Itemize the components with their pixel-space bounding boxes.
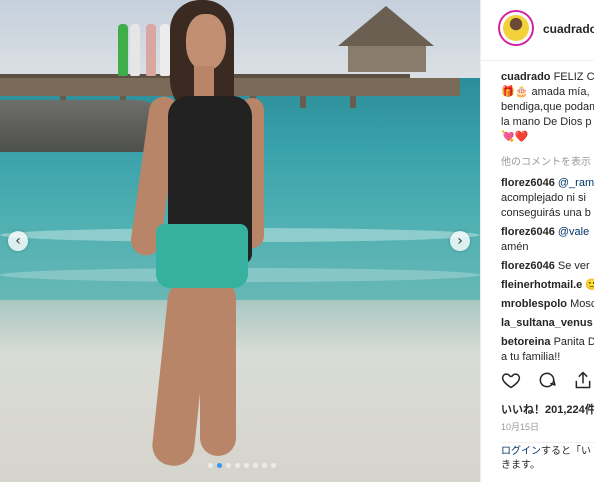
- comment-text: conseguirás una b: [501, 207, 591, 219]
- comment-text: Se ver: [557, 260, 590, 272]
- comment: fleinerhotmail.e 🙂: [501, 278, 594, 293]
- comment: mroblespolo Mosc: [501, 297, 594, 312]
- comment-text: Mosc: [570, 298, 594, 310]
- comment-username[interactable]: mroblespolo: [501, 298, 567, 310]
- comments-list: cuadrado FELIZ C 🎁🎂 amada mía, bendiga,q…: [501, 70, 594, 365]
- post-header: cuadrado: [481, 0, 594, 61]
- carousel-dot: [208, 463, 213, 468]
- post-photo[interactable]: ‹ ›: [0, 0, 480, 482]
- chevron-left-icon: ‹: [15, 233, 21, 249]
- share-icon[interactable]: [573, 370, 593, 390]
- caption-text: bendiga,que podam: [501, 101, 594, 113]
- comment-text: Panita D: [553, 336, 594, 348]
- carousel-dot: [271, 463, 276, 468]
- caption-text: FELIZ C: [553, 71, 594, 83]
- login-text: すると「い: [541, 446, 591, 457]
- woman-neck: [194, 66, 214, 96]
- comment-text: acomplejado ni si: [501, 192, 586, 204]
- carousel-next-button[interactable]: ›: [450, 231, 470, 251]
- caption-text: 🎁🎂 amada mía,: [501, 86, 590, 98]
- carousel-dot: [244, 463, 249, 468]
- comment: betoreina Panita D: [501, 335, 594, 350]
- heart-icon[interactable]: [501, 370, 521, 390]
- carousel-dot: [262, 463, 267, 468]
- carousel-dot: [226, 463, 231, 468]
- comment-mention[interactable]: @_ram: [558, 177, 594, 189]
- comment: florez6046 @vale: [501, 225, 594, 240]
- login-link[interactable]: ログイン: [501, 446, 541, 457]
- comment-text: amén: [501, 241, 529, 253]
- beach: [0, 300, 480, 482]
- likes-count[interactable]: いいね！201,224件: [501, 401, 594, 417]
- post-actions: [501, 370, 593, 390]
- profile-avatar[interactable]: [498, 10, 534, 46]
- carousel-prev-button[interactable]: ‹: [8, 231, 28, 251]
- instagram-post: ‹ › cuadrado cuadrado FELIZ C 🎁🎂 amada m…: [0, 0, 594, 482]
- avatar-image: [503, 15, 529, 41]
- pier-post: [350, 96, 356, 108]
- header-username[interactable]: cuadrado: [543, 22, 594, 36]
- comment: florez6046 @_ram: [501, 176, 594, 191]
- caption-text: 💘❤️: [501, 131, 529, 143]
- comment-text: 🙂: [585, 279, 594, 291]
- person: [160, 24, 170, 76]
- pier-post: [300, 96, 306, 108]
- person: [130, 24, 140, 76]
- comment: la_sultana_venus: [501, 316, 594, 331]
- login-text: きます。: [501, 460, 540, 471]
- comment-username[interactable]: florez6046: [501, 260, 555, 272]
- comment-username[interactable]: fleinerhotmail.e: [501, 279, 582, 291]
- caption-username[interactable]: cuadrado: [501, 71, 551, 83]
- comment-mention[interactable]: @vale: [558, 226, 589, 238]
- chevron-right-icon: ›: [457, 233, 463, 249]
- hut: [348, 46, 426, 72]
- woman-leg: [200, 280, 236, 456]
- comment-username[interactable]: betoreina: [501, 336, 551, 348]
- person: [146, 24, 156, 76]
- carousel-dot: [253, 463, 258, 468]
- post-side-panel: cuadrado cuadrado FELIZ C 🎁🎂 amada mía, …: [480, 0, 594, 482]
- caption: cuadrado FELIZ C: [501, 70, 594, 85]
- hut-roof: [338, 6, 434, 46]
- caption-text: la mano De Dios p: [501, 116, 592, 128]
- login-prompt: ログインすると「い きます。: [501, 442, 594, 473]
- comment-text: a tu familia!!: [501, 351, 561, 363]
- comment-username[interactable]: florez6046: [501, 226, 555, 238]
- comment-username[interactable]: florez6046: [501, 177, 555, 189]
- carousel-dot: [235, 463, 240, 468]
- person: [118, 24, 128, 76]
- comment-username[interactable]: la_sultana_venus: [501, 317, 593, 329]
- carousel-indicator: [208, 463, 276, 468]
- comment-icon[interactable]: [537, 370, 557, 390]
- comment: florez6046 Se ver: [501, 259, 594, 274]
- woman-shorts: [156, 224, 248, 288]
- load-more-comments[interactable]: 他のコメントを表示: [501, 155, 594, 170]
- post-date: 10月15日: [501, 422, 540, 432]
- woman-face: [186, 14, 226, 70]
- carousel-dot: [217, 463, 222, 468]
